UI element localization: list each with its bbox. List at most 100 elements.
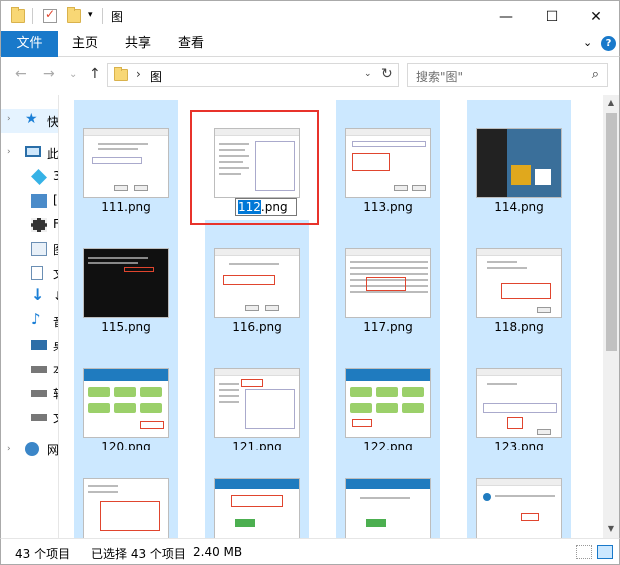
back-button[interactable]: ← [15,66,27,82]
file-thumbnail [214,248,300,318]
file-item[interactable]: 114.png [467,100,571,220]
scroll-down-button[interactable]: ▼ [603,521,619,537]
file-item-renaming[interactable]: 112.png [205,100,309,220]
file-thumbnail [345,128,431,198]
nav-item-this-pc[interactable]: 此 [25,144,59,162]
video-icon [31,194,47,208]
nav-item-music[interactable]: ♪ 音 [31,310,58,330]
rename-input[interactable]: 112.png [235,198,297,216]
film-icon [31,218,47,232]
address-path[interactable]: 图 [150,68,162,85]
nav-label: 网 [47,443,59,457]
file-name: 115.png [101,320,151,334]
file-item[interactable] [467,450,571,538]
nav-item-3d-objects[interactable]: 3 [31,168,58,186]
rename-selection: 112 [238,200,261,214]
expand-arrow-icon[interactable]: › [7,444,11,454]
selection-size: 2.40 MB [193,545,243,559]
file-item[interactable]: 120.png [74,340,178,460]
network-icon [25,442,39,456]
help-icon[interactable]: ? [601,36,616,51]
file-item[interactable]: 121.png [205,340,309,460]
properties-icon[interactable] [43,7,57,23]
tab-share[interactable]: 共享 [125,31,151,57]
nav-label: [ [53,193,58,207]
maximize-button[interactable]: ☐ [529,1,575,32]
file-item[interactable]: 115.png [74,220,178,340]
file-thumbnail [345,368,431,438]
search-icon: ⌕ [591,67,599,82]
file-name: 117.png [363,320,413,334]
file-name: 116.png [232,320,282,334]
status-bar: 43 个项目 已选择 43 个项目 2.40 MB [0,538,620,565]
file-grid: 111.png 112.png 113.png 114.png 115.png … [59,95,603,538]
customize-toolbar-icon[interactable]: ▾ [88,10,93,20]
vertical-scrollbar[interactable]: ▲ ▼ [603,95,620,538]
file-item[interactable]: 117.png [336,220,440,340]
nav-item-drive-d[interactable]: 软 [31,384,58,402]
expand-arrow-icon[interactable]: › [7,114,11,124]
expand-ribbon-icon[interactable]: ⌄ [583,36,592,49]
file-thumbnail [476,368,562,438]
address-dropdown-icon[interactable]: ⌄ [364,69,372,79]
file-thumbnail [214,128,300,198]
minimize-button[interactable]: — [483,1,529,32]
large-icons-view-icon[interactable] [597,545,613,559]
nav-item-pictures[interactable]: 图 [31,240,58,258]
file-item[interactable] [205,450,309,538]
refresh-icon[interactable]: ↻ [381,66,393,82]
file-item[interactable]: 113.png [336,100,440,220]
divider [32,8,33,24]
file-thumbnail [214,478,300,538]
navigation-pane: › ★ 快 › 此 3 [ F 图 文 ↓ ↓ ♪ 音 桌 本 [0,95,59,538]
file-thumbnail [476,128,562,198]
recent-locations-icon[interactable]: ⌄ [69,69,77,80]
up-button[interactable]: ↑ [89,66,101,82]
nav-label: 快 [47,115,59,129]
address-row: ← → ⌄ ↑ › 图 ⌄ ↻ 搜索"图" ⌕ [0,57,620,95]
new-folder-icon[interactable] [67,7,81,23]
forward-button[interactable]: → [43,66,55,82]
nav-item-quick-access[interactable]: ★ 快 [25,111,59,130]
drive-icon [31,366,47,373]
nav-item-drive-c[interactable]: 本 [31,360,58,378]
file-thumbnail [476,248,562,318]
computer-icon [25,146,41,157]
folder-icon [11,7,25,23]
file-item[interactable]: 123.png [467,340,571,460]
ribbon-tabs: 文件 主页 共享 查看 ⌄ ? [0,31,620,57]
rename-extension: .png [260,200,288,214]
nav-item-film[interactable]: F [31,216,58,234]
expand-arrow-icon[interactable]: › [7,147,11,157]
details-view-icon[interactable] [576,545,592,559]
file-item[interactable] [74,450,178,538]
file-item[interactable]: 122.png [336,340,440,460]
download-icon: ↓ [31,285,45,304]
cube-3d-icon [31,169,47,185]
chevron-right-icon[interactable]: › [136,67,141,81]
close-button[interactable]: ✕ [573,1,619,32]
file-item[interactable] [336,450,440,538]
nav-item-desktop[interactable]: 桌 [31,336,58,354]
nav-item-downloads[interactable]: ↓ ↓ [31,285,58,306]
tab-home[interactable]: 主页 [72,31,98,57]
file-item[interactable]: 118.png [467,220,571,340]
star-icon: ★ [25,111,38,127]
nav-label: 此 [47,147,59,161]
folder-icon [114,67,128,81]
nav-item-documents[interactable]: 文 [31,264,58,282]
search-placeholder: 搜索"图" [416,70,464,84]
nav-item-drive-e[interactable]: 文 [31,408,58,426]
drive-icon [31,414,47,421]
file-item[interactable]: 116.png [205,220,309,340]
file-item[interactable]: 111.png [74,100,178,220]
file-thumbnail [345,248,431,318]
search-input[interactable]: 搜索"图" ⌕ [407,63,608,87]
nav-item-network[interactable]: 网 [25,440,59,458]
tab-view[interactable]: 查看 [178,31,204,57]
nav-item-videos[interactable]: [ [31,192,58,210]
address-bar[interactable]: › 图 ⌄ ↻ [107,63,399,87]
scroll-thumb[interactable] [606,113,617,351]
tab-file[interactable]: 文件 [1,31,58,57]
scroll-up-button[interactable]: ▲ [603,95,619,111]
